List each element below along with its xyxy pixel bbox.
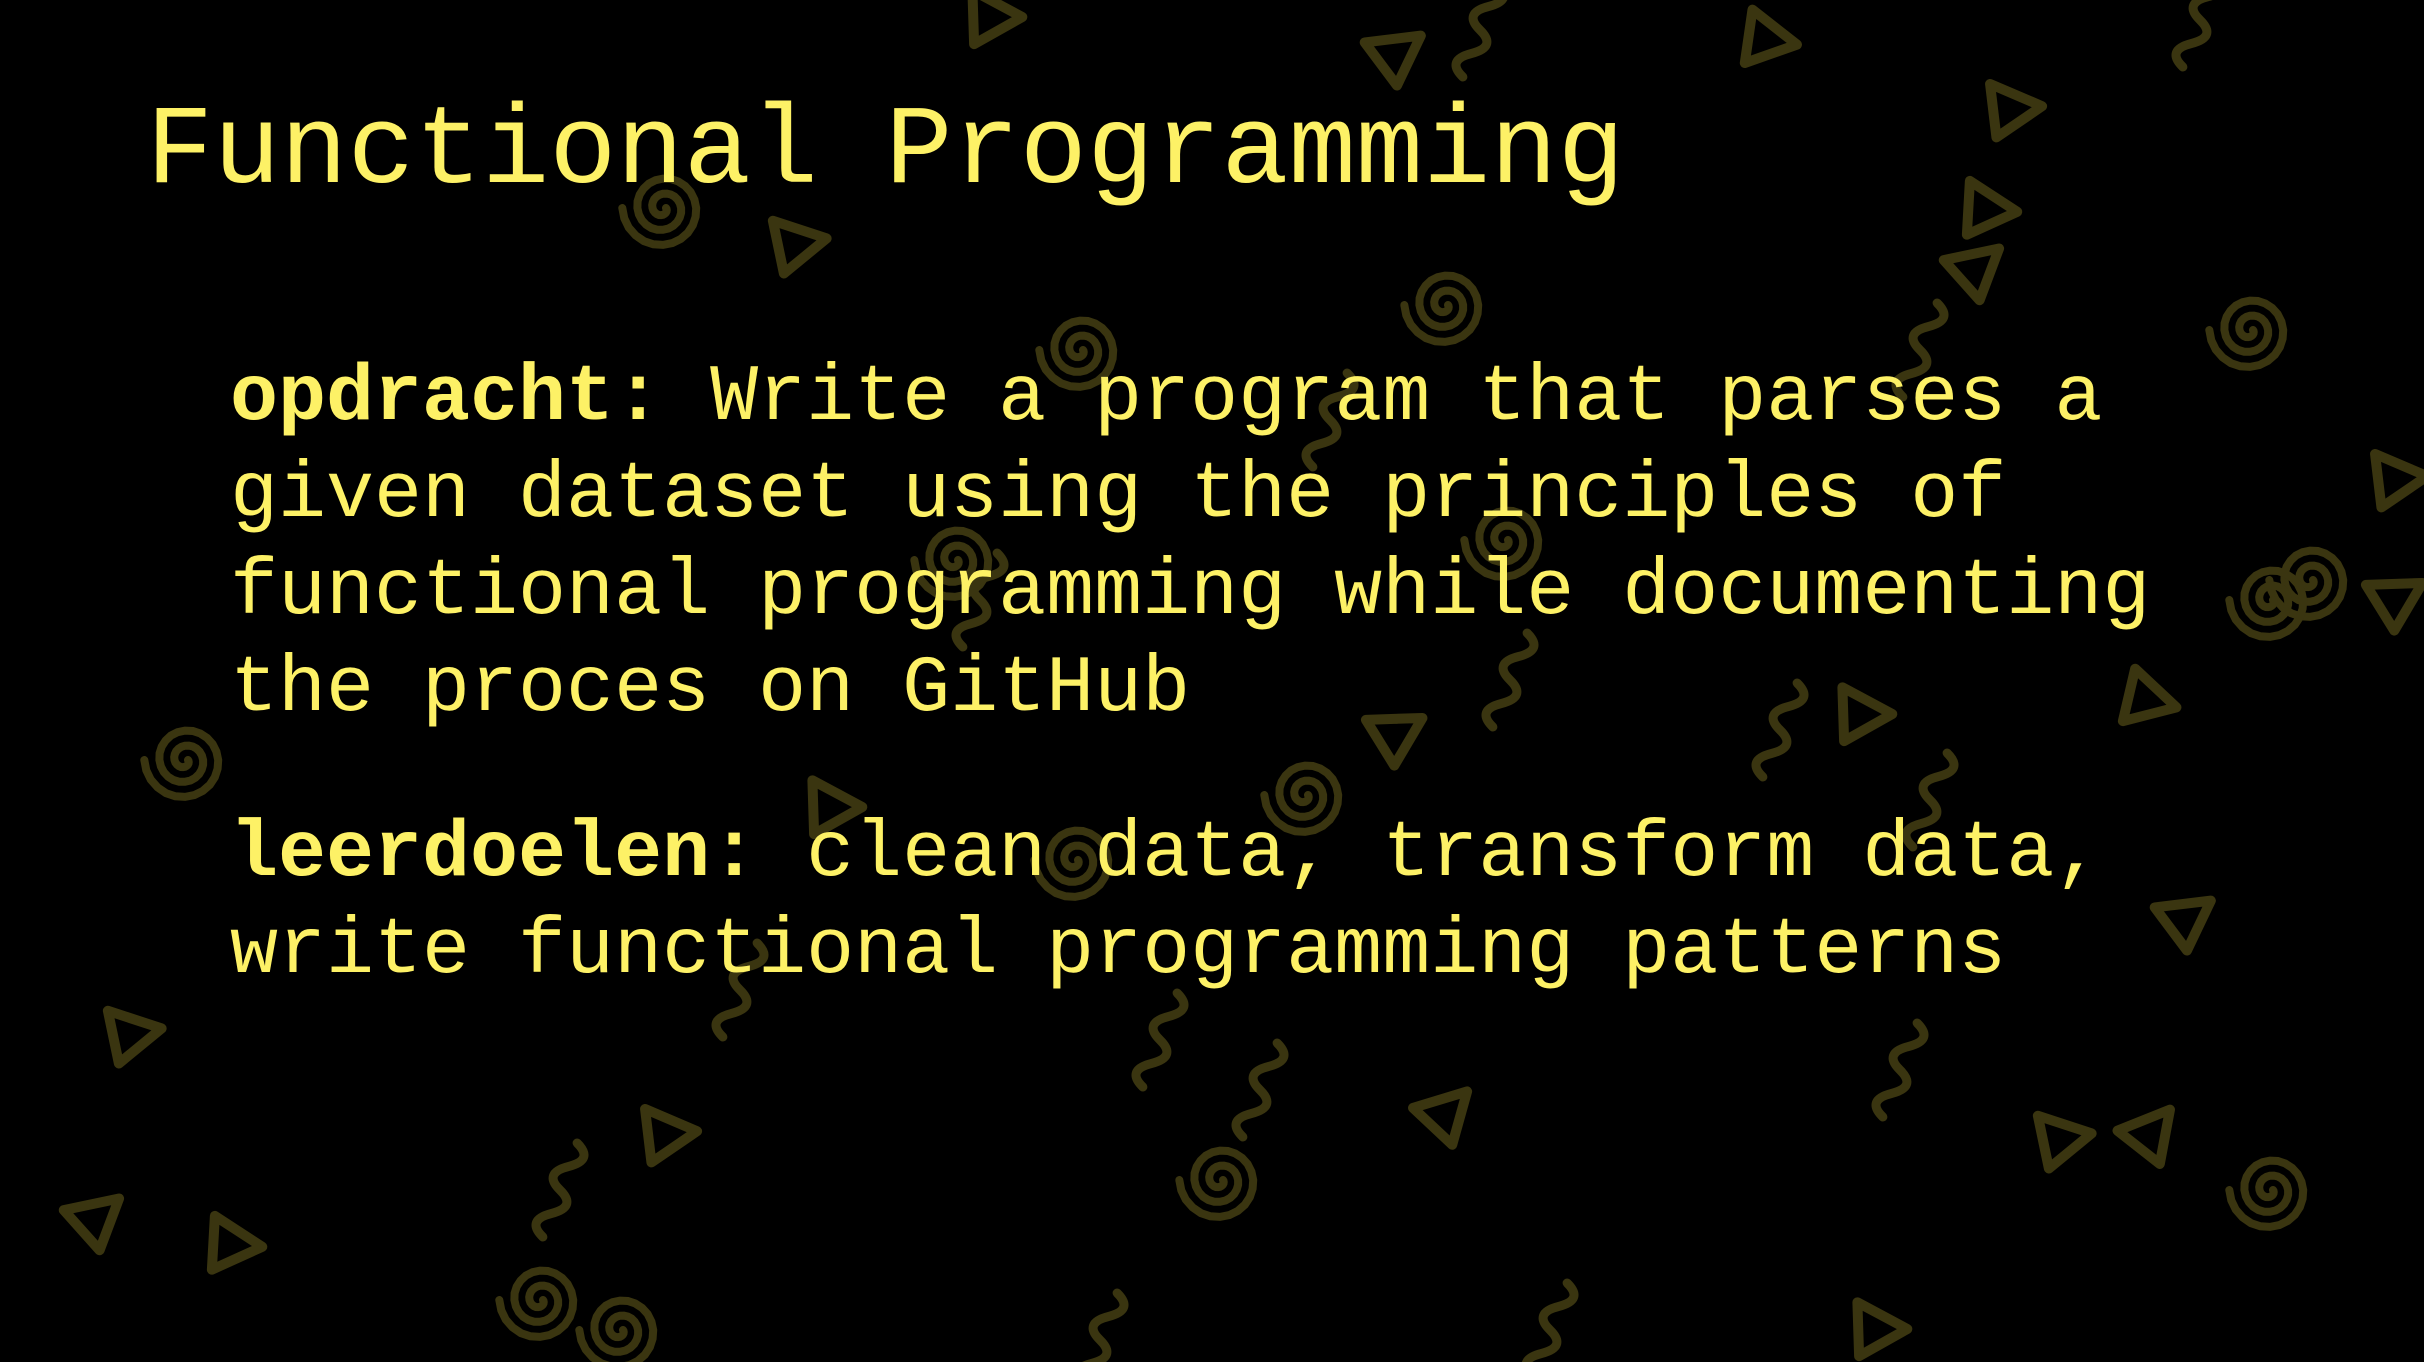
triangle-icon <box>1739 4 1802 68</box>
opdracht-line-1: opdracht: Write a program that parses a <box>230 350 2310 447</box>
triangle-icon <box>767 215 832 279</box>
triangle-icon <box>1852 1297 1913 1362</box>
triangle-icon <box>2360 577 2424 636</box>
triangle-icon <box>2112 1104 2175 1169</box>
triangle-icon <box>58 1193 125 1256</box>
slide-title: Functional Programming <box>146 89 1625 216</box>
opdracht-colon: : <box>614 353 663 444</box>
triangle-icon <box>640 1103 703 1168</box>
squiggle-icon <box>2171 0 2229 72</box>
opdracht-line-4: the proces on GitHub <box>230 644 1191 735</box>
leerdoelen-term: leerdoelen <box>230 809 711 900</box>
squiggle-icon <box>1451 0 1509 82</box>
leerdoelen-block: leerdoelen: clean data, transform data, … <box>230 806 2310 1000</box>
slide-body: opdracht: Write a program that parses a … <box>230 350 2310 1068</box>
triangle-icon <box>1407 1086 1473 1150</box>
squiggle-icon <box>1521 1278 1579 1362</box>
opdracht-block: opdracht: Write a program that parses a … <box>230 350 2310 738</box>
triangle-icon <box>102 1005 167 1069</box>
triangle-icon <box>1359 30 1426 91</box>
leerdoelen-colon: : <box>710 809 759 900</box>
opdracht-text-1: Write a program that parses a <box>710 353 2103 444</box>
triangle-icon <box>1938 243 2005 306</box>
spiral-icon <box>575 1296 658 1362</box>
spiral-icon <box>140 726 223 801</box>
triangle-icon <box>967 0 1028 50</box>
opdracht-line-3: functional programming while documenting <box>230 547 2151 638</box>
triangle-icon <box>2370 448 2424 513</box>
triangle-icon <box>1961 175 2023 240</box>
triangle-icon <box>1985 78 2048 143</box>
spiral-icon <box>2225 1156 2308 1231</box>
spiral-icon <box>1175 1146 1258 1221</box>
spiral-icon <box>495 1266 578 1341</box>
leerdoelen-line-1: leerdoelen: clean data, transform data, <box>230 806 2310 903</box>
spiral-icon <box>1400 271 1483 346</box>
opdracht-line-2: given dataset using the principles of <box>230 450 2007 541</box>
triangle-icon <box>206 1210 268 1275</box>
triangle-icon <box>2032 1110 2097 1174</box>
squiggle-icon <box>531 1138 589 1242</box>
squiggle-icon <box>1071 1288 1129 1362</box>
opdracht-term: opdracht <box>230 353 615 444</box>
leerdoelen-line-2: write functional programming patterns <box>230 906 2007 997</box>
leerdoelen-text-1: clean data, transform data, <box>806 809 2103 900</box>
